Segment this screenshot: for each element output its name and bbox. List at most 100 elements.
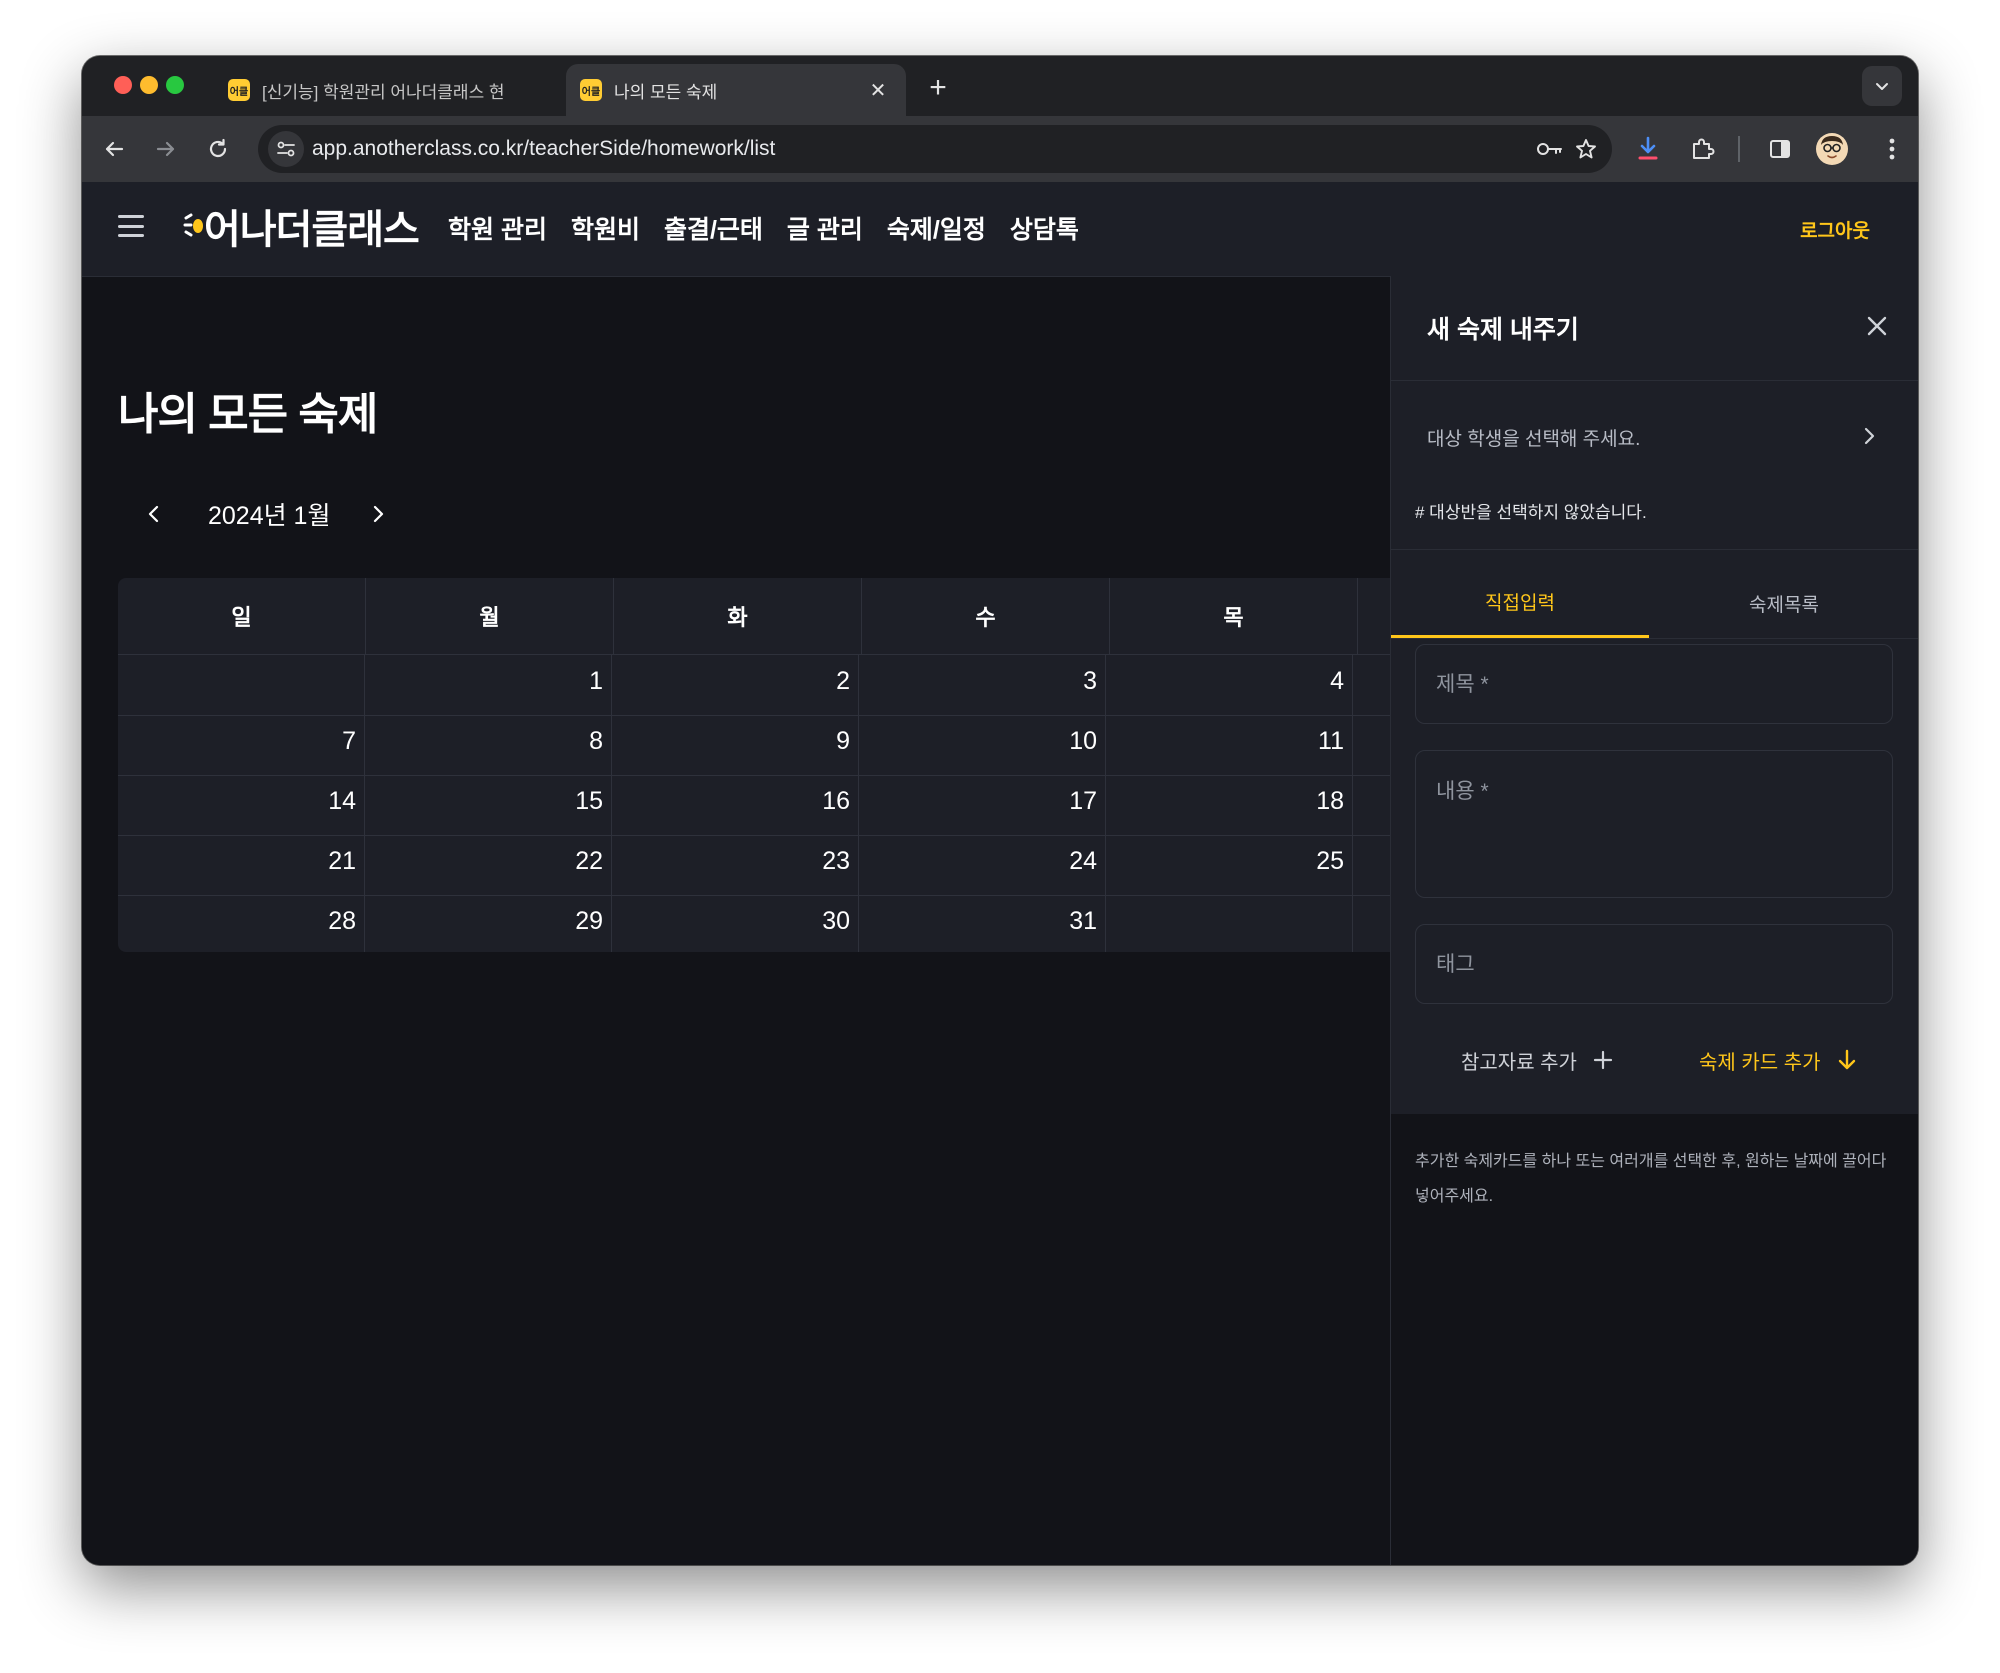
- calendar-day-cell[interactable]: 18: [1106, 775, 1353, 835]
- chevron-right-icon[interactable]: [1857, 422, 1881, 450]
- download-icon: [1638, 136, 1658, 160]
- calendar-day-cell[interactable]: 21: [118, 835, 365, 895]
- add-reference-button[interactable]: 참고자료 추가: [1461, 1042, 1613, 1078]
- panel-divider: [1391, 549, 1918, 550]
- calendar-day-cell[interactable]: 24: [859, 835, 1106, 895]
- plus-icon: [1593, 1050, 1613, 1070]
- extensions-button[interactable]: [1682, 129, 1722, 169]
- main-nav: 학원 관리 학원비 출결/근태 글 관리 숙제/일정 상담톡: [448, 210, 1079, 246]
- minimize-window-button[interactable]: [140, 76, 158, 94]
- new-homework-panel: 새 숙제 내주기 대상 학생을 선택해 주세요. # 대상반을 선택하지 않았습…: [1390, 276, 1918, 1565]
- browser-menu-button[interactable]: [1872, 129, 1912, 169]
- browser-tab-active[interactable]: 어클 나의 모든 숙제 ✕: [566, 64, 906, 116]
- calendar-day-cell[interactable]: [118, 655, 365, 715]
- nav-item-tuition[interactable]: 학원비: [571, 210, 640, 246]
- hamburger-menu-icon[interactable]: [118, 215, 144, 237]
- panel-divider: [1391, 380, 1918, 381]
- nav-item-homework[interactable]: 숙제/일정: [887, 210, 986, 246]
- calendar-day-cell[interactable]: 23: [612, 835, 859, 895]
- add-reference-label: 참고자료 추가: [1461, 1051, 1577, 1074]
- browser-toolbar: app.anotherclass.co.kr/teacherSide/homew…: [82, 116, 1918, 182]
- tag-input[interactable]: 태그: [1415, 924, 1893, 1004]
- forward-button[interactable]: [146, 129, 186, 169]
- logo-text: 어나더클래스: [204, 208, 420, 252]
- chevron-right-icon: [374, 505, 384, 523]
- calendar-week-row: 7 8 9 10 11: [118, 715, 1404, 776]
- close-icon: [1867, 316, 1887, 336]
- reload-icon: [209, 138, 227, 158]
- bookmark-star-icon[interactable]: [1570, 133, 1602, 165]
- maximize-window-button[interactable]: [166, 76, 184, 94]
- url-text[interactable]: app.anotherclass.co.kr/teacherSide/homew…: [312, 137, 775, 161]
- calendar-day-cell[interactable]: 11: [1106, 715, 1353, 775]
- password-key-icon[interactable]: [1534, 133, 1566, 165]
- add-homework-card-button[interactable]: 숙제 카드 추가: [1699, 1042, 1857, 1078]
- calendar-day-cell[interactable]: 17: [859, 775, 1106, 835]
- title-input[interactable]: 제목 *: [1415, 644, 1893, 724]
- nav-item-academy[interactable]: 학원 관리: [448, 210, 547, 246]
- calendar-day-cell[interactable]: 1: [365, 655, 612, 715]
- app-header: 어나더클래스 학원 관리 학원비 출결/근태 글 관리 숙제/일정 상담톡 로그…: [82, 182, 1918, 277]
- calendar-day-cell[interactable]: 10: [859, 715, 1106, 775]
- weekday-label: 목: [1110, 578, 1358, 654]
- tab-title: 나의 모든 숙제: [614, 82, 718, 102]
- address-bar[interactable]: app.anotherclass.co.kr/teacherSide/homew…: [258, 125, 1612, 173]
- calendar-day-cell[interactable]: 28: [118, 895, 365, 952]
- tab-direct-input[interactable]: 직접입력: [1391, 568, 1649, 638]
- weekday-label: 수: [862, 578, 1110, 654]
- profile-avatar[interactable]: [1816, 133, 1848, 165]
- calendar-day-cell[interactable]: 8: [365, 715, 612, 775]
- calendar-day-cell[interactable]: [1106, 895, 1353, 952]
- toolbar-divider: [1738, 136, 1740, 162]
- calendar-day-cell[interactable]: 29: [365, 895, 612, 952]
- nav-item-attendance[interactable]: 출결/근태: [664, 210, 763, 246]
- tab-close-icon[interactable]: ✕: [864, 76, 892, 104]
- calendar-day-cell[interactable]: 2: [612, 655, 859, 715]
- add-card-label: 숙제 카드 추가: [1699, 1051, 1821, 1074]
- arrow-right-icon: [156, 141, 175, 157]
- download-button[interactable]: [1628, 129, 1668, 169]
- calendar-header-row: 일 월 화 수 목: [118, 578, 1404, 655]
- app-content: 어나더클래스 학원 관리 학원비 출결/근태 글 관리 숙제/일정 상담톡 로그…: [82, 182, 1918, 1565]
- nav-item-posts[interactable]: 글 관리: [787, 210, 863, 246]
- kebab-menu-icon: [1889, 138, 1895, 160]
- puzzle-icon: [1693, 138, 1715, 159]
- close-window-button[interactable]: [114, 76, 132, 94]
- month-navigator: 2024년 1월: [134, 492, 398, 536]
- arrow-left-icon: [105, 141, 124, 157]
- prev-month-button[interactable]: [134, 494, 174, 534]
- calendar-day-cell[interactable]: 16: [612, 775, 859, 835]
- calendar-day-cell[interactable]: 15: [365, 775, 612, 835]
- site-favicon-icon: 어클: [228, 79, 250, 101]
- tab-search-button[interactable]: [1862, 66, 1902, 106]
- next-month-button[interactable]: [358, 494, 398, 534]
- calendar-day-cell[interactable]: 3: [859, 655, 1106, 715]
- calendar-day-cell[interactable]: 22: [365, 835, 612, 895]
- app-logo[interactable]: 어나더클래스: [182, 202, 420, 252]
- current-month: 2024년 1월: [208, 502, 331, 530]
- site-favicon-icon: 어클: [580, 79, 602, 101]
- calendar-day-cell[interactable]: 30: [612, 895, 859, 952]
- back-button[interactable]: [94, 129, 134, 169]
- close-panel-button[interactable]: [1861, 310, 1893, 342]
- nav-item-chat[interactable]: 상담톡: [1010, 210, 1079, 246]
- side-panel-button[interactable]: [1760, 129, 1800, 169]
- weekday-label: 월: [366, 578, 614, 654]
- side-panel-icon: [1770, 140, 1790, 158]
- calendar-day-cell[interactable]: 9: [612, 715, 859, 775]
- reload-button[interactable]: [198, 129, 238, 169]
- calendar-day-cell[interactable]: 14: [118, 775, 365, 835]
- browser-window: 어클 [신기능] 학원관리 어나더클래스 현 ✕ 어클 나의 모든 숙제 ✕ +: [82, 56, 1918, 1565]
- logout-button[interactable]: 로그아웃: [1800, 216, 1870, 243]
- calendar-day-cell[interactable]: 31: [859, 895, 1106, 952]
- weekday-label: 일: [118, 578, 366, 654]
- content-textarea[interactable]: 내용 *: [1415, 750, 1893, 898]
- drag-hint-text: 추가한 숙제카드를 하나 또는 여러개를 선택한 후, 원하는 날짜에 끌어다 …: [1415, 1153, 1887, 1205]
- calendar-day-cell[interactable]: 7: [118, 715, 365, 775]
- calendar-day-cell[interactable]: 25: [1106, 835, 1353, 895]
- site-info-icon[interactable]: [268, 131, 304, 167]
- student-select[interactable]: 대상 학생을 선택해 주세요.: [1427, 424, 1640, 451]
- calendar-day-cell[interactable]: 4: [1106, 655, 1353, 715]
- tab-homework-list[interactable]: 숙제목록: [1649, 568, 1918, 638]
- new-tab-icon[interactable]: +: [920, 70, 956, 106]
